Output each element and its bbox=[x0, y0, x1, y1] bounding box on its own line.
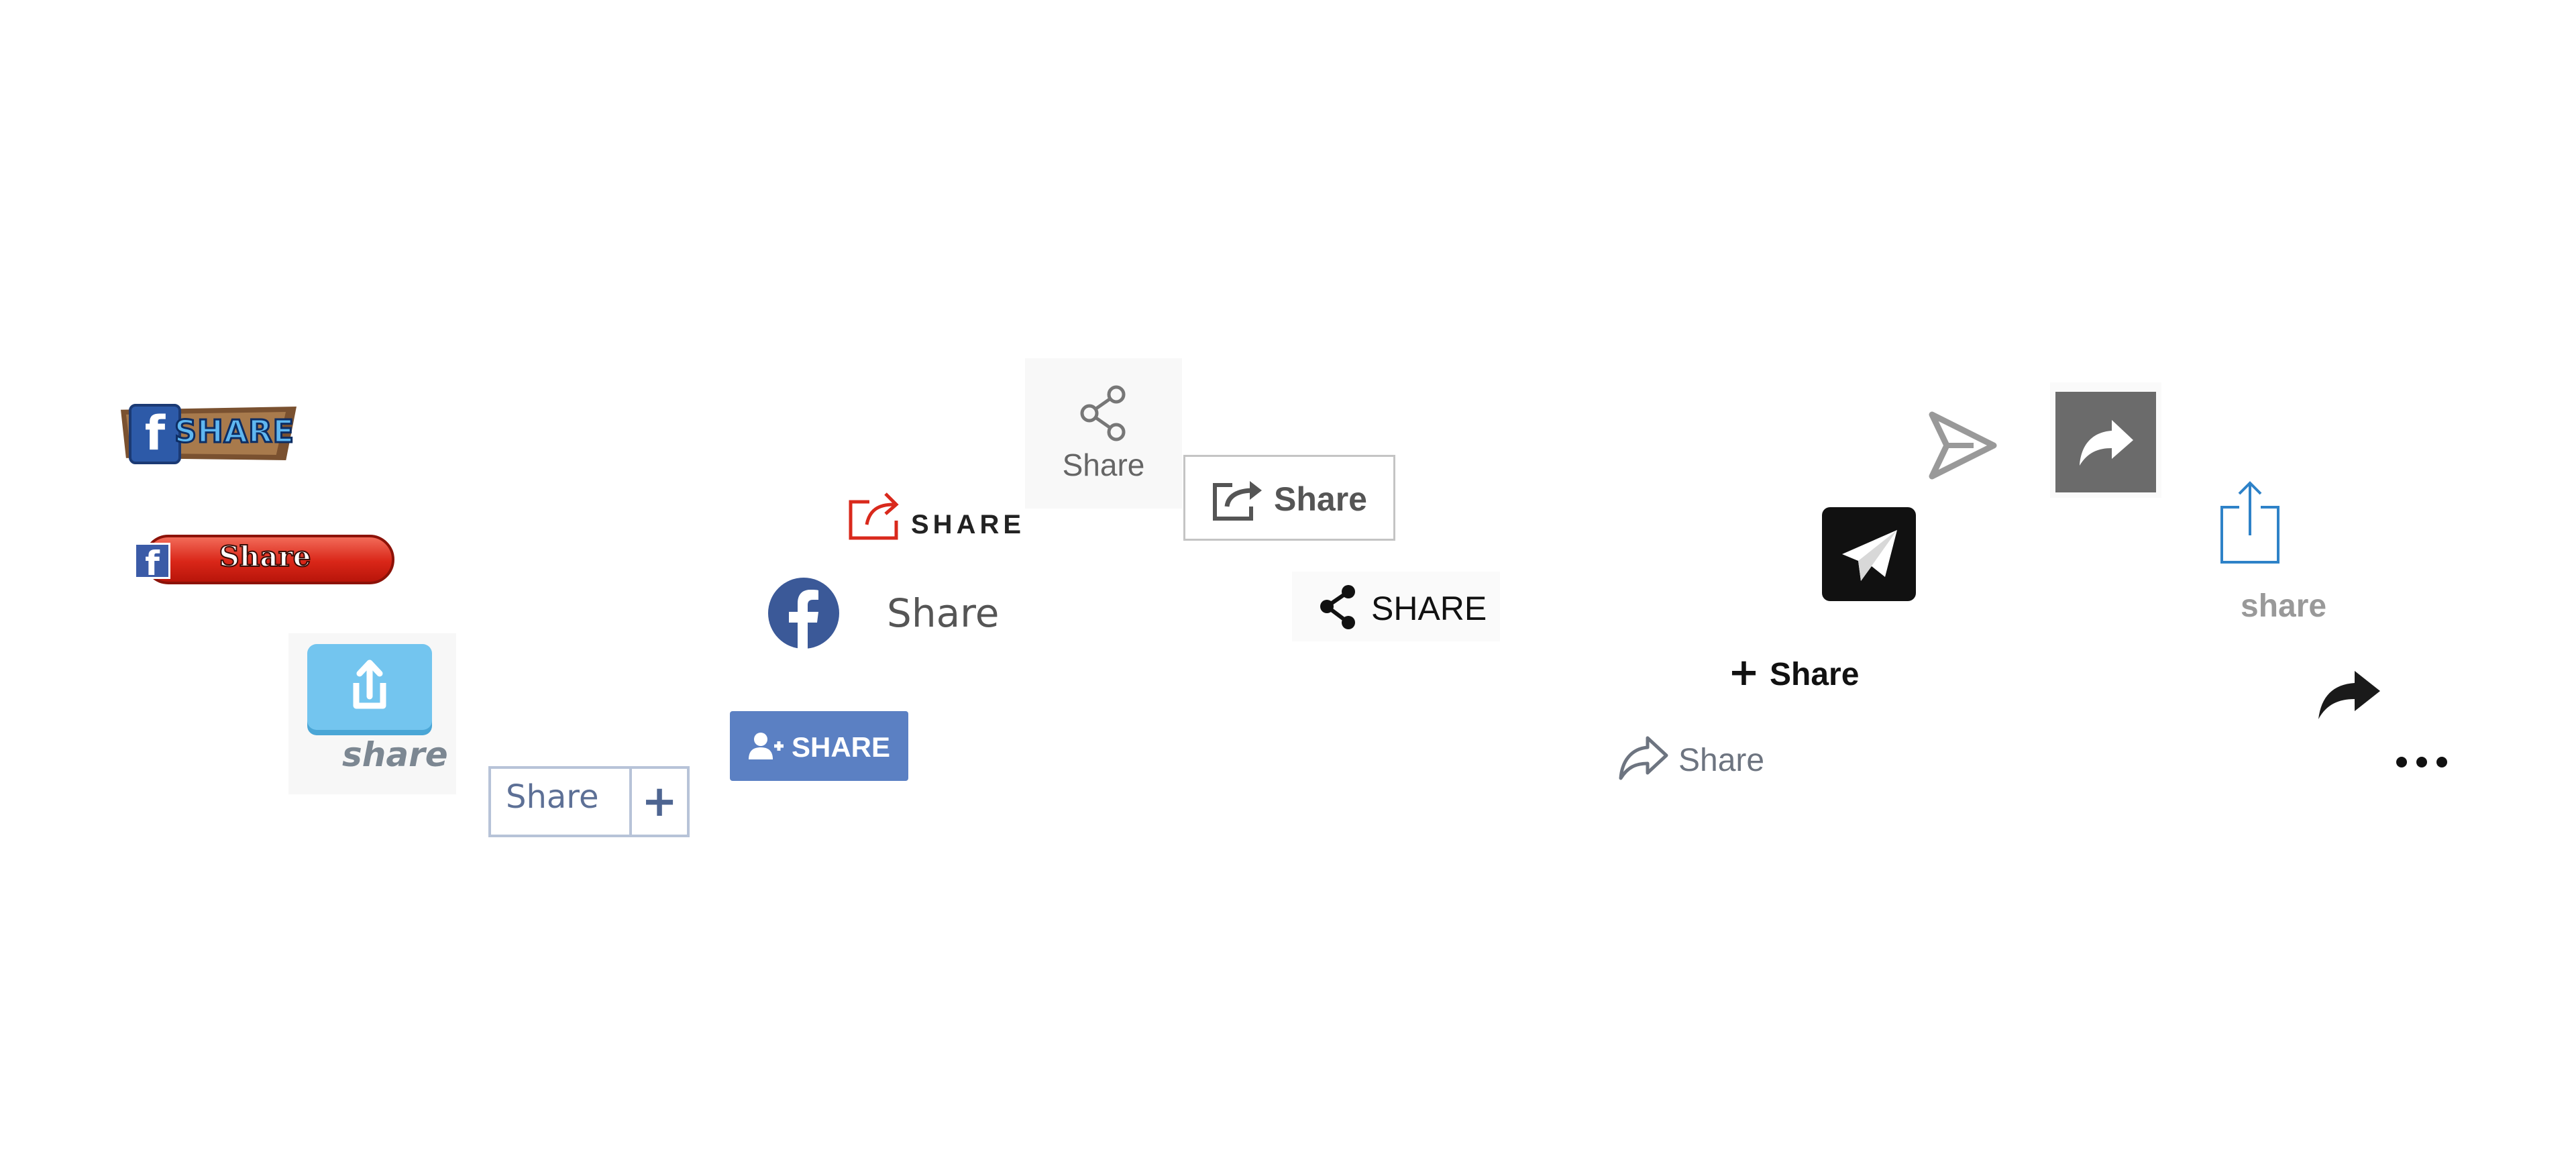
send-icon[interactable] bbox=[1927, 411, 1999, 480]
share-square-icon bbox=[1213, 481, 1262, 521]
plus-icon: + bbox=[641, 777, 678, 827]
forward-box bbox=[2055, 392, 2156, 492]
nodes-share-caps-button[interactable]: SHARE bbox=[1292, 572, 1500, 641]
person-icon bbox=[749, 733, 784, 759]
plus-icon: + bbox=[1728, 651, 1760, 694]
share-box-icon bbox=[307, 644, 432, 730]
nodes-share-button[interactable]: Share bbox=[1025, 358, 1182, 509]
share-label: Share bbox=[1770, 657, 1860, 692]
ios-share-icon bbox=[2220, 481, 2279, 564]
share-label: Share bbox=[1062, 447, 1145, 482]
forward-arrow-icon[interactable] bbox=[2316, 668, 2383, 722]
forward-outline-icon bbox=[1619, 736, 1668, 780]
paper-plane-icon bbox=[1842, 530, 1897, 581]
share-label: Share bbox=[1274, 480, 1367, 518]
paper-plane-button[interactable] bbox=[1822, 507, 1916, 601]
share-label: Share bbox=[887, 590, 1000, 636]
share-label: SHARE bbox=[173, 413, 295, 451]
share-label: SHARE bbox=[911, 510, 1026, 539]
forward-arrow-icon bbox=[2080, 420, 2133, 466]
facebook-f-icon: f bbox=[129, 404, 181, 464]
facebook-circle-icon bbox=[768, 578, 839, 649]
more-dots-icon[interactable] bbox=[2394, 754, 2450, 770]
facebook-wood-share-button[interactable]: f SHARE bbox=[121, 401, 297, 464]
share-label: Share bbox=[1678, 743, 1765, 778]
share-label: Share bbox=[219, 539, 312, 574]
share-out-icon bbox=[849, 492, 899, 540]
blue-person-share-button[interactable]: SHARE bbox=[730, 711, 908, 781]
facebook-f-icon: f bbox=[134, 543, 170, 582]
share-nodes-icon bbox=[1080, 385, 1126, 441]
share-nodes-icon bbox=[1320, 585, 1355, 629]
grey-forward-button[interactable] bbox=[2050, 382, 2161, 498]
share-label: SHARE bbox=[1371, 590, 1487, 627]
share-label: Share bbox=[506, 778, 599, 816]
outlined-share-button[interactable]: Share bbox=[1183, 455, 1395, 541]
share-label: share bbox=[342, 735, 448, 774]
share-label: share bbox=[2241, 588, 2327, 624]
facebook-red-pill-share-button[interactable]: Share f bbox=[134, 535, 396, 586]
share-label: SHARE bbox=[792, 731, 891, 763]
share-plus-button[interactable]: Share + bbox=[488, 766, 690, 837]
blue-share-box-button[interactable]: share bbox=[288, 633, 456, 794]
